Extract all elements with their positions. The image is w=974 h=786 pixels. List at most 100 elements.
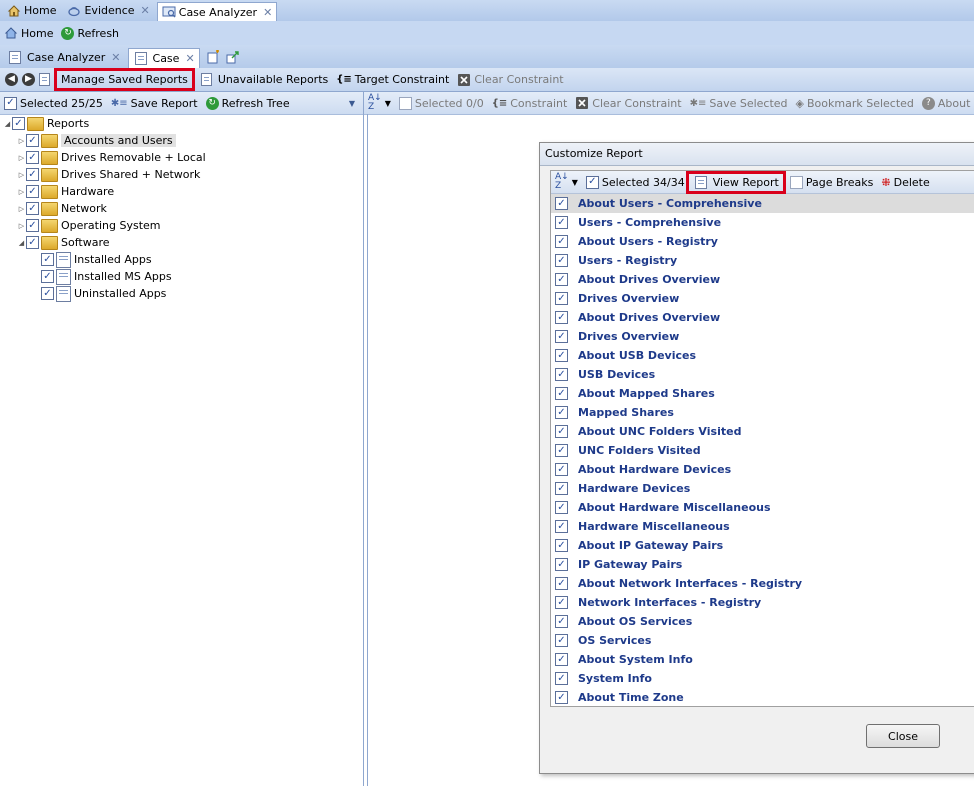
viewer-clear-constraint-button[interactable]: Clear Constraint <box>571 93 685 113</box>
checkbox-icon[interactable]: ✓ <box>555 387 568 400</box>
close-icon[interactable]: ✕ <box>185 52 194 65</box>
report-list-item[interactable]: ✓ USB Devices <box>551 365 974 384</box>
tree-item-installed-ms-apps[interactable]: ✓ Installed MS Apps <box>41 268 172 285</box>
tab-case[interactable]: Case ✕ <box>127 47 200 68</box>
report-list-item[interactable]: ✓ Hardware Devices <box>551 479 974 498</box>
tree-item-uninstalled-apps[interactable]: ✓ Uninstalled Apps <box>41 285 166 302</box>
collapsed-arrow-icon[interactable]: ▷ <box>17 188 26 196</box>
checkbox-icon[interactable]: ✓ <box>555 539 568 552</box>
tab-evidence[interactable]: Evidence ✕ <box>63 2 153 20</box>
checkbox-icon[interactable]: ✓ <box>555 634 568 647</box>
checkbox-icon[interactable]: ✓ <box>41 287 54 300</box>
report-list-item[interactable]: ✓ About Drives Overview <box>551 270 974 289</box>
clear-constraint-button[interactable]: Clear Constraint <box>453 70 567 90</box>
collapsed-arrow-icon[interactable]: ▷ <box>17 205 26 213</box>
checkbox-icon[interactable]: ✓ <box>555 444 568 457</box>
tree-item-drives-shared-network[interactable]: ▷ ✓ Drives Shared + Network <box>17 166 200 183</box>
checkbox-icon[interactable]: ✓ <box>555 501 568 514</box>
report-list-item[interactable]: ✓ About Drives Overview <box>551 308 974 327</box>
close-icon[interactable]: ✕ <box>263 6 272 19</box>
checkbox-icon[interactable]: ✓ <box>26 185 39 198</box>
checkbox-icon[interactable]: ✓ <box>26 236 39 249</box>
unavailable-reports-button[interactable]: Unavailable Reports <box>195 70 332 90</box>
tree-item-hardware[interactable]: ▷ ✓ Hardware <box>17 183 114 200</box>
tree-root-reports[interactable]: ◢ ✓ Reports <box>3 115 89 132</box>
sort-button[interactable]: A↓ Z ▼ <box>364 93 395 113</box>
save-selected-button[interactable]: ✱≡ Save Selected <box>686 93 792 113</box>
viewer-constraint-button[interactable]: {≡ Constraint <box>488 93 572 113</box>
checkbox-icon[interactable]: ✓ <box>555 330 568 343</box>
close-icon[interactable]: ✕ <box>141 4 150 17</box>
forward-icon[interactable]: ▶ <box>22 73 35 86</box>
chevron-down-icon[interactable]: ▼ <box>349 99 355 108</box>
back-icon[interactable]: ◀ <box>5 73 18 86</box>
detach-tab-icon[interactable] <box>226 50 240 64</box>
checkbox-icon[interactable]: ✓ <box>555 691 568 704</box>
viewer-select-toggle[interactable]: Selected 0/0 <box>395 93 488 113</box>
tree-item-installed-apps[interactable]: ✓ Installed Apps <box>41 251 152 268</box>
checkbox-icon[interactable]: ✓ <box>555 520 568 533</box>
report-list-item[interactable]: ✓ Drives Overview <box>551 289 974 308</box>
checkbox-icon[interactable]: ✓ <box>26 219 39 232</box>
tree-item-software[interactable]: ◢ ✓ Software <box>17 234 110 251</box>
checkbox-icon[interactable]: ✓ <box>555 672 568 685</box>
checkbox-icon[interactable]: ✓ <box>41 253 54 266</box>
tree-item-accounts-and-users[interactable]: ▷ ✓ Accounts and Users <box>17 132 176 149</box>
checkbox-icon[interactable]: ✓ <box>555 558 568 571</box>
view-report-button[interactable]: View Report <box>685 170 786 194</box>
checkbox-icon[interactable]: ✓ <box>26 202 39 215</box>
report-list-item[interactable]: ✓ About Hardware Miscellaneous <box>551 498 974 517</box>
checkbox-icon[interactable]: ✓ <box>555 596 568 609</box>
report-list-item[interactable]: ✓ About Network Interfaces - Registry <box>551 574 974 593</box>
checkbox-icon[interactable]: ✓ <box>555 463 568 476</box>
checkbox-icon[interactable]: ✓ <box>555 406 568 419</box>
report-list-item[interactable]: ✓ About UNC Folders Visited <box>551 422 974 441</box>
report-list-item[interactable]: ✓ IP Gateway Pairs <box>551 555 974 574</box>
checkbox-icon[interactable]: ✓ <box>555 292 568 305</box>
collapsed-arrow-icon[interactable]: ▷ <box>17 154 26 162</box>
checkbox-icon[interactable]: ✓ <box>555 349 568 362</box>
close-icon[interactable]: ✕ <box>111 51 120 64</box>
dialog-select-toggle[interactable]: ✓ Selected 34/34 <box>582 172 689 192</box>
report-list-item[interactable]: ✓ About Users - Registry <box>551 232 974 251</box>
checkbox-icon[interactable]: ✓ <box>41 270 54 283</box>
target-constraint-button[interactable]: {≡ Target Constraint <box>332 70 453 90</box>
report-list-item[interactable]: ✓ Mapped Shares <box>551 403 974 422</box>
report-list-item[interactable]: ✓ Network Interfaces - Registry <box>551 593 974 612</box>
collapsed-arrow-icon[interactable]: ▷ <box>17 171 26 179</box>
tab-home[interactable]: Home <box>3 2 60 20</box>
about-button[interactable]: ? About <box>918 93 974 113</box>
checkbox-icon[interactable]: ✓ <box>26 134 39 147</box>
checkbox-icon[interactable]: ✓ <box>555 216 568 229</box>
refresh-button[interactable]: ↻ Refresh <box>57 23 123 43</box>
collapsed-arrow-icon[interactable]: ▷ <box>17 222 26 230</box>
collapsed-arrow-icon[interactable]: ▷ <box>17 137 26 145</box>
select-all-toggle[interactable]: ✓ Selected 25/25 <box>0 93 107 113</box>
checkbox-icon[interactable]: ✓ <box>555 311 568 324</box>
manage-saved-reports-button[interactable]: Manage Saved Reports <box>54 68 195 91</box>
checkbox-icon[interactable]: ✓ <box>555 482 568 495</box>
report-list-item[interactable]: ✓ Hardware Miscellaneous <box>551 517 974 536</box>
dialog-sort-button[interactable]: A↓ Z ▼ <box>551 172 582 192</box>
checkbox-icon[interactable]: ✓ <box>12 117 25 130</box>
checkbox-icon[interactable]: ✓ <box>555 577 568 590</box>
expanded-arrow-icon[interactable]: ◢ <box>3 120 12 128</box>
report-list-item[interactable]: ✓ Drives Overview <box>551 327 974 346</box>
report-list-item[interactable]: ✓ About USB Devices <box>551 346 974 365</box>
checkbox-icon[interactable]: ✓ <box>555 273 568 286</box>
refresh-tree-button[interactable]: ↻ Refresh Tree <box>202 93 294 113</box>
checkbox-icon[interactable]: ✓ <box>555 653 568 666</box>
report-list-item[interactable]: ✓ About Users - Comprehensive <box>551 194 974 213</box>
report-list-item[interactable]: ✓ Users - Registry <box>551 251 974 270</box>
tab-inner-case-analyzer[interactable]: Case Analyzer ✕ <box>3 49 125 67</box>
report-list-item[interactable]: ✓ About IP Gateway Pairs <box>551 536 974 555</box>
report-list-item[interactable]: ✓ System Info <box>551 669 974 688</box>
checkbox-icon[interactable]: ✓ <box>555 615 568 628</box>
delete-button[interactable]: ⁜ Delete <box>877 172 933 192</box>
checkbox-icon[interactable]: ✓ <box>555 197 568 210</box>
checkbox-icon[interactable]: ✓ <box>26 151 39 164</box>
report-list-item[interactable]: ✓ About System Info <box>551 650 974 669</box>
report-list-item[interactable]: ✓ Users - Comprehensive <box>551 213 974 232</box>
report-list-item[interactable]: ✓ About Mapped Shares <box>551 384 974 403</box>
checkbox-icon[interactable]: ✓ <box>555 254 568 267</box>
